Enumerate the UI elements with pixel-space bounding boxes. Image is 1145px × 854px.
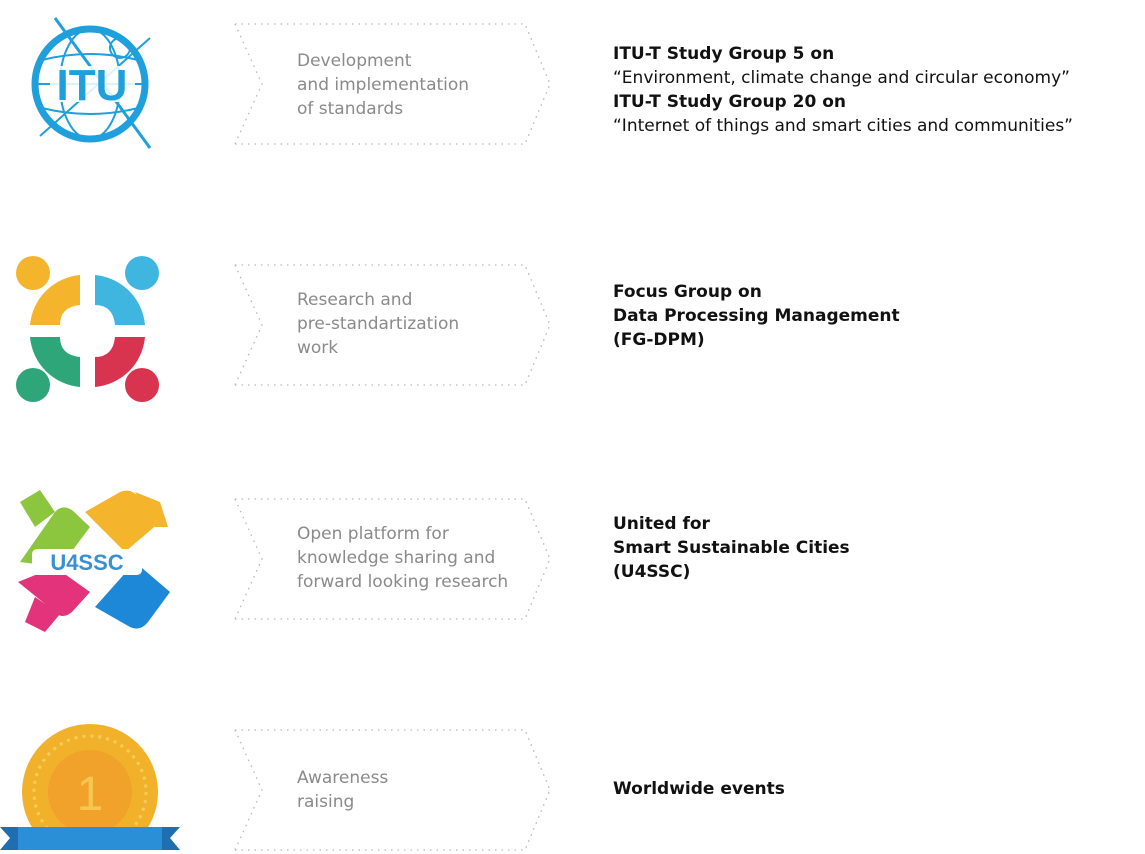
step-text-research: Research and pre-standartization work xyxy=(297,288,459,360)
focus-group-logo xyxy=(0,245,180,409)
desc-line: (U4SSC) xyxy=(613,562,691,582)
step-line: Open platform for xyxy=(297,524,449,544)
step-line: knowledge sharing and xyxy=(297,548,496,568)
desc-line: ITU-T Study Group 5 on xyxy=(613,44,835,64)
step-line: Development xyxy=(297,51,412,71)
step-chevron-research: Research and pre-standartization work xyxy=(230,263,555,387)
step-line: forward looking research xyxy=(297,572,509,592)
u4ssc-logo: U4SSC xyxy=(0,482,180,641)
step-line: work xyxy=(297,338,339,358)
step-text-awareness: Awareness raising xyxy=(297,766,388,814)
desc-line: “Environment, climate change and circula… xyxy=(613,68,1070,88)
desc-line: Smart Sustainable Cities xyxy=(613,538,850,558)
step-line: and implementation xyxy=(297,75,470,95)
medal-icon: 1 xyxy=(0,720,180,854)
description-standards: ITU-T Study Group 5 on “Environment, cli… xyxy=(613,42,1073,138)
step-chevron-platform: Open platform for knowledge sharing and … xyxy=(230,497,555,621)
itu-logo-text: ITU xyxy=(57,61,128,110)
step-line: raising xyxy=(297,792,355,812)
desc-line: United for xyxy=(613,514,710,534)
step-chevron-standards: Development and implementation of standa… xyxy=(230,22,555,146)
desc-line: (FG-DPM) xyxy=(613,330,705,350)
row-research: Research and pre-standartization work Fo… xyxy=(0,240,1145,410)
desc-line: Worldwide events xyxy=(613,779,785,799)
row-standards: ITU Development and implementation of st… xyxy=(0,0,1145,160)
step-text-standards: Development and implementation of standa… xyxy=(297,49,469,121)
desc-line: Data Processing Management xyxy=(613,306,900,326)
step-line: pre-standartization xyxy=(297,314,460,334)
desc-line: Focus Group on xyxy=(613,282,762,302)
medal-number: 1 xyxy=(77,768,104,821)
description-awareness: Worldwide events xyxy=(613,777,785,801)
step-chevron-awareness: Awareness raising xyxy=(230,728,555,852)
description-research: Focus Group on Data Processing Managemen… xyxy=(613,280,900,352)
desc-line: ITU-T Study Group 20 on xyxy=(613,92,847,112)
step-line: of standards xyxy=(297,99,404,119)
desc-line: “Internet of things and smart cities and… xyxy=(613,116,1073,136)
step-line: Research and xyxy=(297,290,413,310)
row-awareness: 1 Awareness raising Worldwide events xyxy=(0,700,1145,854)
step-line: Awareness xyxy=(297,768,389,788)
description-platform: United for Smart Sustainable Cities (U4S… xyxy=(613,512,850,584)
step-text-platform: Open platform for knowledge sharing and … xyxy=(297,522,508,594)
u4ssc-logo-text: U4SSC xyxy=(50,550,123,575)
itu-logo: ITU xyxy=(0,8,180,157)
row-platform: U4SSC Open platform for knowledge sharin… xyxy=(0,470,1145,640)
